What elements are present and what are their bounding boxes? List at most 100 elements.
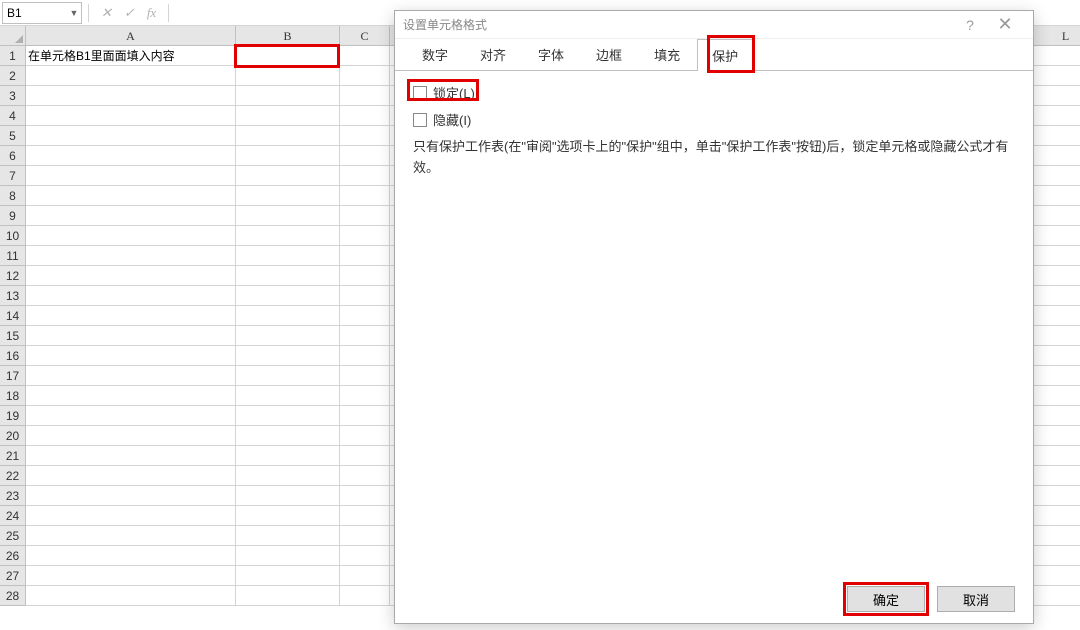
- cell[interactable]: [236, 386, 340, 406]
- cell[interactable]: [1036, 386, 1080, 406]
- cell[interactable]: [1036, 506, 1080, 526]
- cell[interactable]: [1036, 286, 1080, 306]
- cell[interactable]: [340, 366, 390, 386]
- row-header[interactable]: 28: [0, 586, 26, 606]
- cell[interactable]: [236, 506, 340, 526]
- cell[interactable]: [236, 86, 340, 106]
- cell[interactable]: [26, 106, 236, 126]
- row-header[interactable]: 26: [0, 546, 26, 566]
- cell[interactable]: [236, 546, 340, 566]
- cell[interactable]: [236, 446, 340, 466]
- tab-font[interactable]: 字体: [523, 38, 579, 70]
- cell[interactable]: [26, 526, 236, 546]
- cell[interactable]: [1036, 486, 1080, 506]
- cell[interactable]: [236, 326, 340, 346]
- cell[interactable]: [1036, 266, 1080, 286]
- row-header[interactable]: 25: [0, 526, 26, 546]
- cell[interactable]: [1036, 406, 1080, 426]
- cell[interactable]: [1036, 546, 1080, 566]
- cell[interactable]: [236, 186, 340, 206]
- row-header[interactable]: 14: [0, 306, 26, 326]
- row-header[interactable]: 17: [0, 366, 26, 386]
- cell[interactable]: [26, 306, 236, 326]
- row-header[interactable]: 20: [0, 426, 26, 446]
- cell[interactable]: [1036, 146, 1080, 166]
- cell[interactable]: [340, 426, 390, 446]
- cancel-button[interactable]: 取消: [937, 586, 1015, 612]
- cell[interactable]: [26, 566, 236, 586]
- cell[interactable]: [236, 486, 340, 506]
- col-header-l[interactable]: L: [1036, 26, 1080, 46]
- cell[interactable]: [26, 86, 236, 106]
- cell[interactable]: [340, 466, 390, 486]
- cell[interactable]: [340, 586, 390, 606]
- cell[interactable]: [26, 346, 236, 366]
- help-icon[interactable]: ?: [955, 17, 985, 33]
- cell[interactable]: [236, 566, 340, 586]
- cell[interactable]: [340, 326, 390, 346]
- cell[interactable]: [340, 86, 390, 106]
- cell[interactable]: [26, 546, 236, 566]
- cell[interactable]: [1036, 566, 1080, 586]
- row-header[interactable]: 19: [0, 406, 26, 426]
- cell[interactable]: [236, 526, 340, 546]
- cell[interactable]: [236, 466, 340, 486]
- row-header[interactable]: 8: [0, 186, 26, 206]
- cell[interactable]: [340, 346, 390, 366]
- cell[interactable]: [236, 246, 340, 266]
- cell[interactable]: [1036, 526, 1080, 546]
- cell[interactable]: [340, 526, 390, 546]
- cell[interactable]: [236, 426, 340, 446]
- fx-icon[interactable]: fx: [147, 5, 156, 21]
- cell[interactable]: [1036, 206, 1080, 226]
- cell[interactable]: [340, 266, 390, 286]
- row-header[interactable]: 23: [0, 486, 26, 506]
- cell[interactable]: [1036, 426, 1080, 446]
- cell[interactable]: [26, 386, 236, 406]
- cell[interactable]: [26, 246, 236, 266]
- cell[interactable]: [1036, 246, 1080, 266]
- cell[interactable]: [340, 486, 390, 506]
- row-header[interactable]: 22: [0, 466, 26, 486]
- row-header[interactable]: 18: [0, 386, 26, 406]
- cell-l1[interactable]: [1036, 46, 1080, 66]
- cell[interactable]: [26, 466, 236, 486]
- cell[interactable]: [26, 186, 236, 206]
- col-header-a[interactable]: A: [26, 26, 236, 46]
- cell[interactable]: [1036, 186, 1080, 206]
- cell[interactable]: [236, 286, 340, 306]
- cell[interactable]: [340, 546, 390, 566]
- cell[interactable]: [236, 406, 340, 426]
- cell[interactable]: [236, 346, 340, 366]
- tab-align[interactable]: 对齐: [465, 38, 521, 70]
- row-header[interactable]: 1: [0, 46, 26, 66]
- row-header[interactable]: 6: [0, 146, 26, 166]
- cell[interactable]: [340, 566, 390, 586]
- row-header[interactable]: 5: [0, 126, 26, 146]
- row-header[interactable]: 7: [0, 166, 26, 186]
- cell[interactable]: [1036, 466, 1080, 486]
- cell[interactable]: [1036, 166, 1080, 186]
- row-header[interactable]: 11: [0, 246, 26, 266]
- cell[interactable]: [236, 306, 340, 326]
- cell[interactable]: [1036, 446, 1080, 466]
- cell[interactable]: [26, 206, 236, 226]
- cell[interactable]: [340, 306, 390, 326]
- cell[interactable]: [340, 146, 390, 166]
- cell[interactable]: [340, 166, 390, 186]
- cell[interactable]: [340, 206, 390, 226]
- cell[interactable]: [1036, 126, 1080, 146]
- cell[interactable]: [26, 406, 236, 426]
- cell[interactable]: [1036, 306, 1080, 326]
- cell[interactable]: [26, 586, 236, 606]
- cell[interactable]: [236, 226, 340, 246]
- row-header[interactable]: 15: [0, 326, 26, 346]
- col-header-c[interactable]: C: [340, 26, 390, 46]
- cell[interactable]: [340, 386, 390, 406]
- tab-border[interactable]: 边框: [581, 38, 637, 70]
- cell[interactable]: [236, 66, 340, 86]
- cell[interactable]: [340, 126, 390, 146]
- lock-checkbox[interactable]: 锁定(L): [413, 83, 1015, 102]
- ok-button[interactable]: 确定: [847, 586, 925, 612]
- cell[interactable]: [26, 326, 236, 346]
